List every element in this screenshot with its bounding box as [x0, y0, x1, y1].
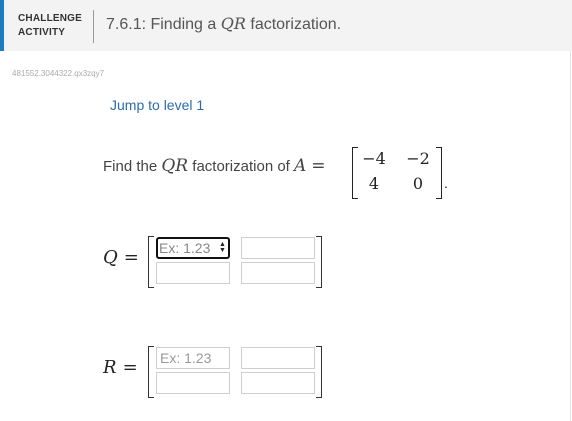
r-matrix-input: Ex: 1.23 [148, 346, 322, 398]
jump-to-level-link[interactable]: Jump to level 1 [110, 97, 204, 113]
r-right-bracket [316, 346, 322, 398]
r-r2c1-input[interactable] [156, 372, 230, 394]
q-r1c2-input[interactable] [241, 237, 315, 259]
r-label: R = [103, 357, 138, 378]
kicker-line-1: CHALLENGE [18, 13, 83, 24]
q-r1c1-value: Ex: 1.23 [159, 240, 211, 256]
spinner-arrows[interactable]: ▲ ▼ [219, 241, 226, 254]
q-r2c1-input[interactable] [156, 262, 230, 284]
problem-prompt: Find the QR factorization of A = [103, 156, 326, 176]
activity-type-label: CHALLENGE ACTIVITY [18, 12, 82, 40]
prompt-middle: factorization of [188, 158, 295, 175]
spin-down-icon[interactable]: ▼ [219, 247, 226, 254]
r-r1c1-input[interactable]: Ex: 1.23 [156, 347, 230, 369]
kicker-line-2: ACTIVITY [18, 27, 66, 38]
q-left-bracket [148, 236, 154, 288]
title-suffix: factorization. [245, 16, 342, 33]
q-label: Q = [103, 247, 139, 268]
prompt-math-qr: QR [161, 156, 189, 176]
matrix-a-r2c2: 0 [412, 174, 424, 193]
matrix-a-r2c1: 4 [368, 174, 380, 193]
title-math: QR [220, 14, 246, 33]
r-symbol: R [103, 357, 117, 378]
prompt-period: . [444, 175, 448, 191]
r-r1c1-placeholder: Ex: 1.23 [160, 350, 212, 366]
q-right-bracket [316, 236, 322, 288]
r-r1c2-input[interactable] [241, 347, 315, 369]
q-r2c2-input[interactable] [241, 262, 315, 284]
activity-title: 7.6.1: Finding a QR factorization. [106, 14, 341, 34]
activity-code: 481552.3044322.qx3zqy7 [12, 69, 105, 78]
q-symbol: Q [103, 247, 118, 268]
q-matrix-input: Ex: 1.23 ▲ ▼ [148, 236, 322, 288]
prompt-equals: = [311, 156, 326, 176]
r-left-bracket [148, 346, 154, 398]
prompt-prefix: Find the [103, 158, 162, 175]
header-divider [93, 10, 94, 43]
r-r2c2-input[interactable] [241, 372, 315, 394]
matrix-a-right-bracket [436, 147, 442, 199]
activity-header: CHALLENGE ACTIVITY 7.6.1: Finding a QR f… [0, 0, 572, 51]
matrix-a-r1c1: −4 [362, 149, 386, 168]
matrix-a-r1c2: −2 [406, 149, 430, 168]
matrix-a: −4 −2 4 0 [352, 147, 442, 199]
q-r1c1-input[interactable]: Ex: 1.23 ▲ ▼ [156, 237, 230, 259]
q-equals: = [123, 247, 139, 268]
title-prefix: 7.6.1: Finding a [106, 16, 221, 33]
activity-content: 481552.3044322.qx3zqy7 Jump to level 1 F… [0, 51, 571, 421]
header-accent-bar [0, 0, 4, 51]
r-equals: = [122, 357, 138, 378]
prompt-math-a: A [294, 156, 307, 176]
